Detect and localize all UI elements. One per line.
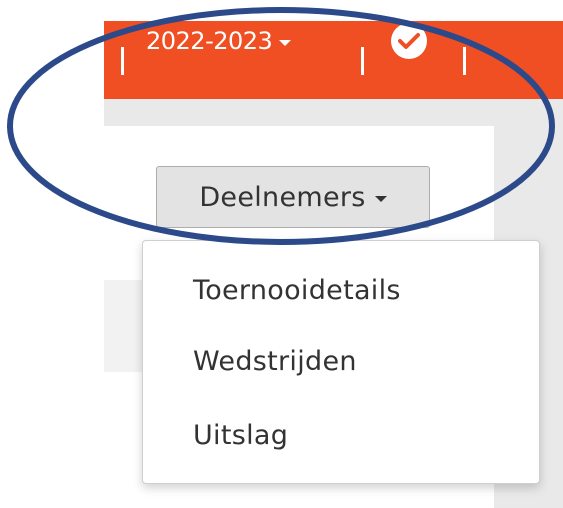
- dropdown-menu: Toernooidetails Wedstrijden Uitslag: [142, 240, 540, 484]
- header-divider: [121, 47, 124, 75]
- header-divider: [361, 47, 364, 75]
- header-divider: [463, 47, 466, 75]
- check-circle-icon[interactable]: [391, 23, 427, 59]
- menu-item-wedstrijden[interactable]: Wedstrijden: [193, 345, 357, 379]
- season-label: 2022-2023: [146, 27, 273, 55]
- caret-down-icon: [279, 39, 292, 46]
- participants-dropdown-button[interactable]: Deelnemers: [156, 166, 430, 228]
- menu-item-toernooidetails[interactable]: Toernooidetails: [193, 274, 401, 308]
- checkmark-icon: [398, 33, 420, 49]
- menu-item-uitslag[interactable]: Uitslag: [193, 419, 288, 453]
- dropdown-button-label: Deelnemers: [199, 181, 366, 213]
- season-selector[interactable]: 2022-2023: [146, 26, 292, 56]
- caret-down-icon: [374, 196, 387, 202]
